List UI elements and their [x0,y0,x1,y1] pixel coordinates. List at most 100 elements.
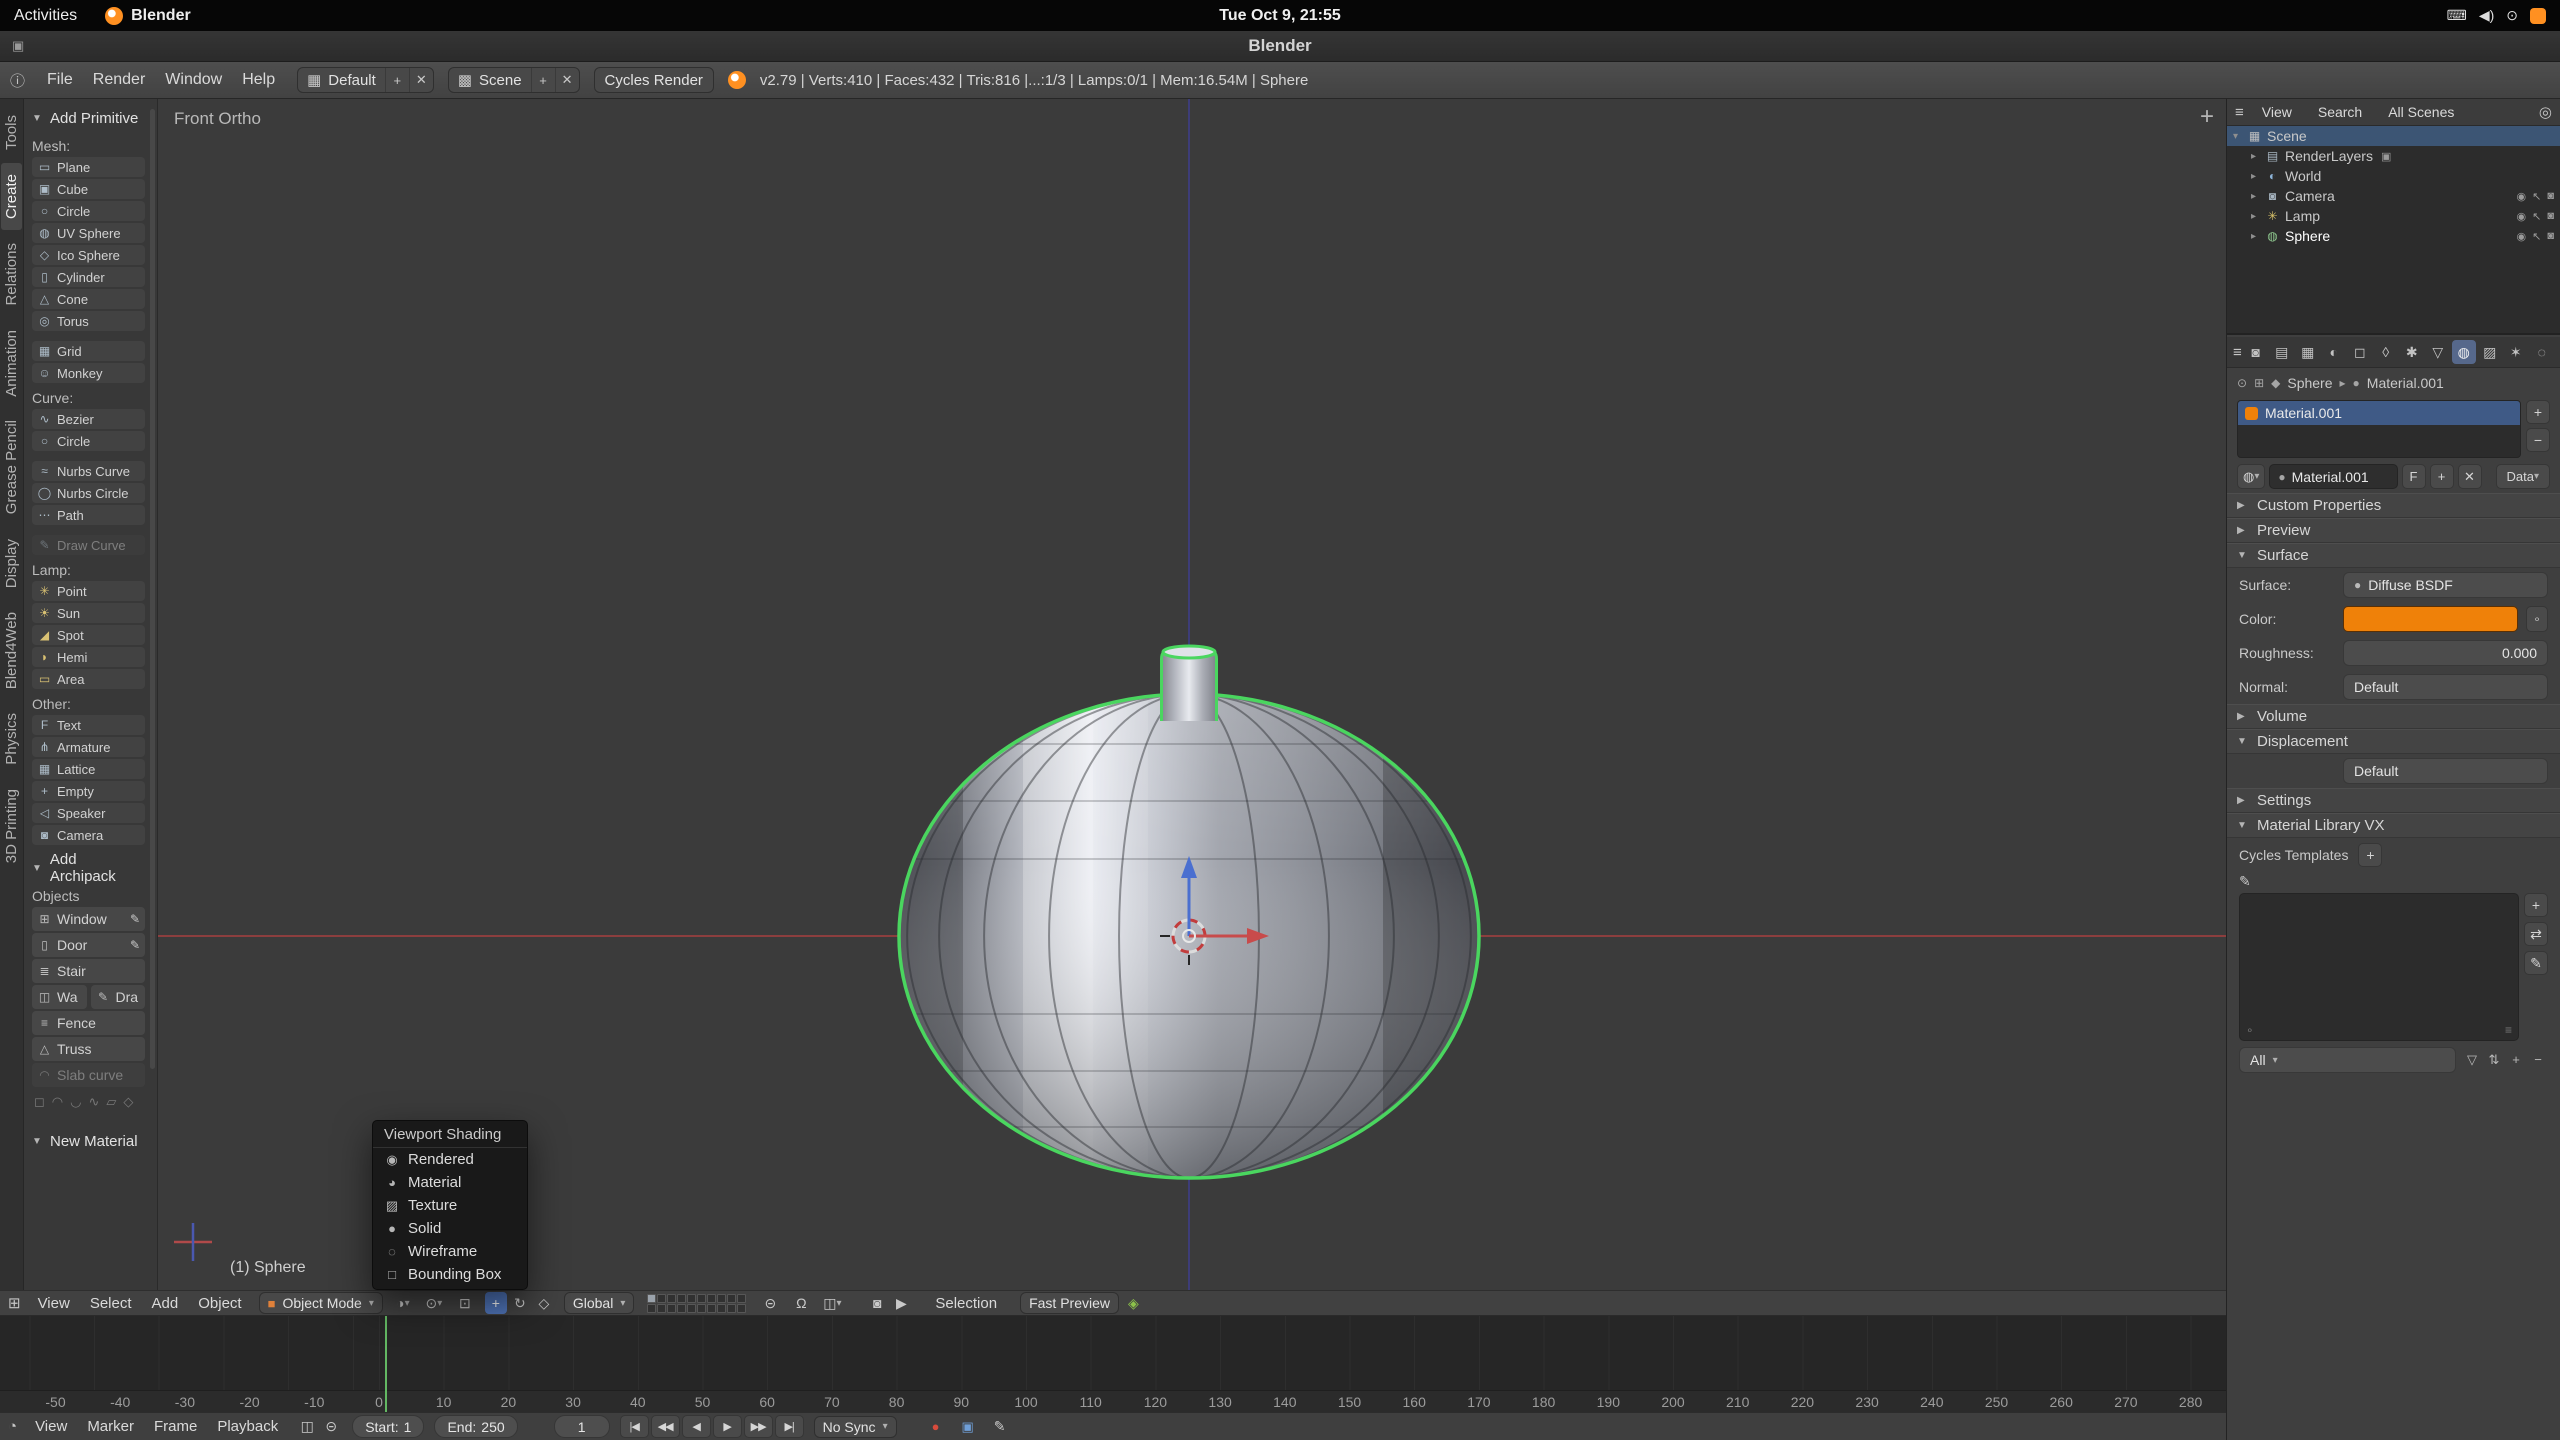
render-engine-dropdown[interactable]: Cycles Render [593,67,714,93]
add-filter-icon[interactable]: + [2506,1052,2526,1068]
renderability-toggle[interactable]: ◙ [2547,210,2554,223]
edit-material-icon[interactable]: ✎ [2524,951,2548,975]
volume-icon[interactable]: ◀) [2479,7,2494,24]
screen-layout-selector[interactable]: ▦ Default + ✕ [297,67,434,93]
timeline-ruler[interactable]: -50 -40 -30 -20 -10 0 10 20 30 40 50 60 70 80 90 100 110… [0,1390,2226,1412]
scene-icon[interactable]: ▩ [458,71,472,89]
tool-shelf-tab[interactable]: Tools [1,104,22,161]
timeline-tracks[interactable] [0,1316,2226,1390]
add-archipack-button[interactable]: ≣ Stair [32,959,145,983]
viewport-editor-icon[interactable]: ⊞ [8,1294,21,1312]
add-archipack-button[interactable]: ✎ Dra [90,985,145,1009]
screen-layout-value[interactable]: Default [328,72,376,89]
outliner-row[interactable]: ▸ ✳ Lamp ◉ ↖ ◙ [2227,206,2560,226]
layer-toggle[interactable] [647,1293,657,1303]
record-button[interactable]: ● [925,1416,947,1438]
layer-toggle[interactable] [667,1303,677,1313]
browse-material-button[interactable]: ◍ ▾ [2237,464,2266,489]
layer-toggle[interactable] [687,1303,697,1313]
orientation-dropdown[interactable]: Global ▾ [563,1292,635,1314]
current-frame-field[interactable]: 1 [553,1415,610,1438]
selectability-toggle[interactable]: ↖ [2532,230,2541,243]
misc-tool-icon[interactable]: ◇ [123,1094,133,1110]
menubar-item[interactable]: Render [85,71,153,89]
link-mode-dropdown[interactable]: Data ▾ [2495,464,2550,489]
surface-panel-header[interactable]: ▼ Surface [2227,543,2560,568]
snap-magnet-icon[interactable]: Ω [790,1292,812,1314]
selection-label[interactable]: Selection [935,1295,997,1312]
displacement-panel-header[interactable]: ▼ Displacement [2227,729,2560,754]
expander-icon[interactable]: ▸ [2251,191,2264,202]
blend4web-icon[interactable]: ◈ [1128,1295,1139,1312]
layer-toggle[interactable] [707,1293,717,1303]
material-library-panel-header[interactable]: ▼ Material Library VX [2227,813,2560,838]
system-tray[interactable]: ⌨ ◀) ⊙ [2447,7,2560,24]
layer-toggle[interactable] [727,1303,737,1313]
add-archipack-button[interactable]: ▯ Door ✎ [32,933,145,957]
renderability-toggle[interactable]: ◙ [2547,190,2554,203]
add-archipack-button[interactable]: ◫ Wa [32,985,87,1009]
tool-shelf-tab[interactable]: Grease Pencil [1,409,22,525]
add-lamp-button[interactable]: ◢ Spot [32,625,145,645]
delete-layout-button[interactable]: ✕ [408,68,433,92]
scene-selector[interactable]: ▩ Scene + ✕ [447,67,580,93]
add-mesh-button[interactable]: ◍ UV Sphere [32,223,145,243]
visibility-toggle[interactable]: ◉ [2517,230,2527,243]
lock-layers-icon[interactable]: ⊝ [759,1292,781,1314]
notification-indicator-icon[interactable] [2530,7,2546,24]
material-slot-list[interactable]: Material.001 [2237,400,2521,458]
add-template-button[interactable]: + [2358,843,2383,867]
viewport-menu-item[interactable]: Object [190,1295,249,1312]
shading-option[interactable]: ◉ Rendered [373,1148,527,1171]
add-archipack-button[interactable]: ≡ Fence [32,1011,145,1035]
displacement-dropdown[interactable]: Default [2343,758,2548,784]
preview-range-icon[interactable]: ◫ [296,1416,318,1438]
rotate-manipulator-icon[interactable]: ↻ [509,1292,531,1314]
add-lamp-button[interactable]: ✳ Point [32,581,145,601]
color-swatch[interactable] [2343,606,2518,632]
scale-manipulator-icon[interactable]: ◇ [533,1292,555,1314]
menubar-item[interactable]: File [39,71,81,89]
add-mesh-button[interactable]: ◎ Torus [32,311,145,331]
tool-shelf-scrollbar[interactable] [150,109,155,1069]
world-tab-icon[interactable]: ◐ [2322,340,2346,364]
manipulate-origins-toggle[interactable]: ⊡ [454,1292,476,1314]
add-mesh-button[interactable]: △ Cone [32,289,145,309]
open-properties-region-button[interactable]: + [2200,103,2214,131]
add-other-button[interactable]: ⋔ Armature [32,737,145,757]
roughness-slider[interactable]: 0.000 [2343,640,2548,666]
keyframe-insert-icon[interactable]: ✎ [989,1416,1011,1438]
context-pin-icon[interactable]: ⊙ [2237,376,2247,390]
tool-shelf-tab[interactable]: Display [1,528,22,599]
layer-toggle[interactable] [727,1293,737,1303]
object-data-tab-icon[interactable]: ▽ [2426,340,2450,364]
outliner-row[interactable]: ▸ ◙ Camera ◉ ↖ ◙ [2227,186,2560,206]
poly-tool-icon[interactable]: ▱ [106,1094,116,1110]
outliner-row[interactable]: ▸ ◐ World [2227,166,2560,186]
viewport-shading-dropdown[interactable]: ◑ ▾ [392,1292,414,1314]
visibility-toggle[interactable]: ◉ [2517,210,2527,223]
clock[interactable]: Tue Oct 9, 21:55 [1219,7,1341,25]
menubar-item[interactable]: Help [234,71,283,89]
add-mesh-button[interactable]: ☺ Monkey [32,363,145,383]
physics-tab-icon[interactable]: ◌ [2530,340,2554,364]
info-editor-icon[interactable]: ⓘ [10,70,25,91]
preview-panel-header[interactable]: ▶ Preview [2227,518,2560,543]
layer-toggle[interactable] [687,1293,697,1303]
snap-target-dropdown[interactable]: ◫ ▾ [821,1292,843,1314]
kilt-icon[interactable]: ◻ [34,1094,45,1110]
link-node-button[interactable]: ∘ [2526,606,2548,632]
panel-open-icon[interactable]: ▼ [32,863,44,874]
add-lamp-button[interactable]: ▭ Area [32,669,145,689]
add-mesh-button[interactable]: ◇ Ico Sphere [32,245,145,265]
pivot-point-dropdown[interactable]: ⊙ ▾ [423,1292,445,1314]
visibility-toggle[interactable]: ◉ [2517,190,2527,203]
fast-preview-button[interactable]: Fast Preview [1020,1292,1119,1314]
frame-lock-icon[interactable]: ⊝ [320,1416,342,1438]
mode-dropdown[interactable]: ■ Object Mode ▾ [258,1292,383,1314]
panel-open-icon[interactable]: ▼ [32,113,44,124]
tool-shelf-tab[interactable]: Animation [1,319,22,408]
shading-option[interactable]: ◌ Wireframe [373,1240,527,1263]
outliner-editor-icon[interactable]: ≡ [2235,104,2244,121]
outliner-row[interactable]: ▸ ◍ Sphere ◉ ↖ ◙ [2227,226,2560,246]
